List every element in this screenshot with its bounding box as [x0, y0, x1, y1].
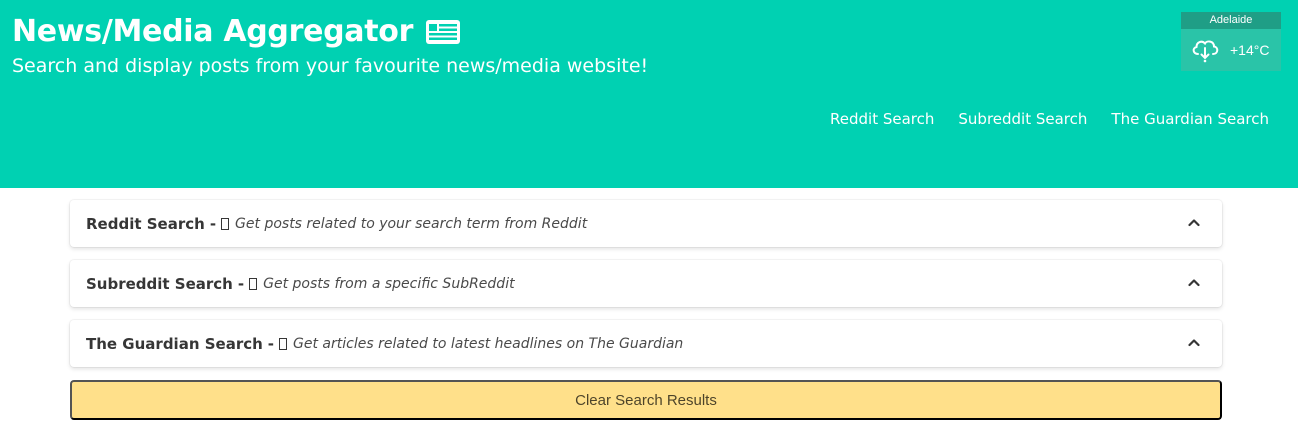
card-description: Get posts related to your search term fr…: [235, 215, 588, 232]
search-panels: Reddit Search - Get posts related to you…: [70, 200, 1222, 420]
chevron-up-icon[interactable]: [1188, 218, 1200, 227]
missing-glyph-icon: [249, 277, 258, 290]
card-description: Get articles related to latest headlines…: [293, 335, 684, 352]
page-title-text: News/Media Aggregator: [12, 14, 414, 49]
weather-widget[interactable]: Adelaide +14°C: [1181, 12, 1281, 71]
card-separator: -: [267, 334, 275, 353]
card-title: Subreddit Search: [86, 274, 233, 293]
card-description: Get posts from a specific SubReddit: [263, 275, 515, 292]
nav-link-guardian-search[interactable]: The Guardian Search: [1111, 110, 1269, 128]
chevron-up-icon[interactable]: [1188, 278, 1200, 287]
nav-link-reddit-search[interactable]: Reddit Search: [830, 110, 934, 128]
guardian-search-card[interactable]: The Guardian Search - Get articles relat…: [70, 320, 1222, 367]
reddit-search-card[interactable]: Reddit Search - Get posts related to you…: [70, 200, 1222, 247]
card-title: The Guardian Search: [86, 334, 263, 353]
card-separator: -: [209, 214, 217, 233]
card-separator: -: [237, 274, 245, 293]
cloud-rain-icon: [1192, 40, 1219, 63]
clear-search-results-button[interactable]: Clear Search Results: [70, 380, 1222, 420]
weather-city: Adelaide: [1181, 12, 1281, 29]
page-subtitle: Search and display posts from your favou…: [12, 55, 649, 77]
main-nav: Reddit Search Subreddit Search The Guard…: [830, 110, 1269, 128]
weather-temperature: +14°C: [1230, 42, 1270, 58]
missing-glyph-icon: [221, 217, 230, 230]
nav-link-subreddit-search[interactable]: Subreddit Search: [958, 110, 1087, 128]
newspaper-icon: [426, 19, 461, 44]
hero-header: News/Media Aggregator Search and display…: [0, 0, 1298, 188]
chevron-up-icon[interactable]: [1188, 338, 1200, 347]
missing-glyph-icon: [279, 337, 288, 350]
page-title: News/Media Aggregator: [12, 14, 461, 49]
subreddit-search-card[interactable]: Subreddit Search - Get posts from a spec…: [70, 260, 1222, 307]
card-title: Reddit Search: [86, 214, 205, 233]
